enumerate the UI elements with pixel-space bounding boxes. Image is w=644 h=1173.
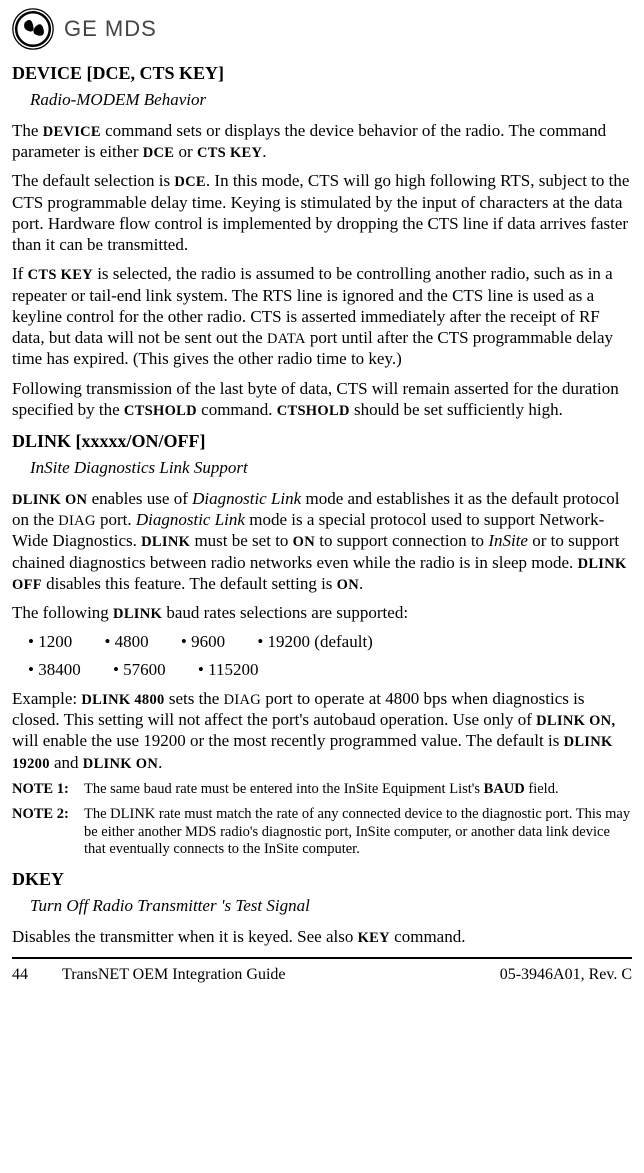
device-p3: If CTS KEY is selected, the radio is ass… bbox=[12, 263, 632, 369]
footer-doc-title: TransNET OEM Integration Guide bbox=[62, 965, 500, 985]
device-subtitle: Radio-MODEM Behavior bbox=[30, 89, 632, 110]
device-p1: The DEVICE command sets or displays the … bbox=[12, 120, 632, 163]
note-2-text: The DLINK rate must match the rate of an… bbox=[84, 806, 632, 858]
dlink-subtitle: InSite Diagnostics Link Support bbox=[30, 457, 632, 478]
dlink-p1: DLINK ON enables use of Diagnostic Link … bbox=[12, 488, 632, 594]
note-1: NOTE 1: The same baud rate must be enter… bbox=[12, 781, 632, 798]
device-title: DEVICE [DCE, CTS KEY] bbox=[12, 62, 632, 85]
note-1-label: NOTE 1: bbox=[12, 781, 84, 798]
footer-doc-rev: 05-3946A01, Rev. C bbox=[500, 965, 632, 985]
baud-57600: • 57600 bbox=[113, 659, 166, 680]
baud-4800: • 4800 bbox=[104, 631, 148, 652]
dlink-p2: The following DLINK baud rates selection… bbox=[12, 602, 632, 623]
device-p2: The default selection is DCE. In this mo… bbox=[12, 170, 632, 255]
note-1-text: The same baud rate must be entered into … bbox=[84, 781, 632, 798]
baud-9600: • 9600 bbox=[181, 631, 225, 652]
baud-row-1: • 1200 • 4800 • 9600 • 19200 (default) bbox=[28, 631, 632, 652]
note-2-label: NOTE 2: bbox=[12, 806, 84, 858]
dlink-title: DLINK [xxxxx/ON/OFF] bbox=[12, 430, 632, 453]
device-p4: Following transmission of the last byte … bbox=[12, 378, 632, 421]
page-footer: 44 TransNET OEM Integration Guide 05-394… bbox=[12, 957, 632, 985]
logo-bar: GE MDS bbox=[12, 8, 632, 50]
footer-page-number: 44 bbox=[12, 965, 62, 985]
baud-row-2: • 38400 • 57600 • 115200 bbox=[28, 659, 632, 680]
dkey-p1: Disables the transmitter when it is keye… bbox=[12, 926, 632, 947]
ge-logo-icon bbox=[12, 8, 54, 50]
baud-1200: • 1200 bbox=[28, 631, 72, 652]
dlink-p3: Example: DLINK 4800 sets the DIAG port t… bbox=[12, 688, 632, 773]
baud-38400: • 38400 bbox=[28, 659, 81, 680]
baud-19200: • 19200 (default) bbox=[257, 631, 372, 652]
baud-115200: • 115200 bbox=[198, 659, 259, 680]
brand-text: GE MDS bbox=[64, 15, 157, 43]
dkey-title: DKEY bbox=[12, 868, 632, 891]
note-2: NOTE 2: The DLINK rate must match the ra… bbox=[12, 806, 632, 858]
dkey-subtitle: Turn Off Radio Transmitter 's Test Signa… bbox=[30, 895, 632, 916]
